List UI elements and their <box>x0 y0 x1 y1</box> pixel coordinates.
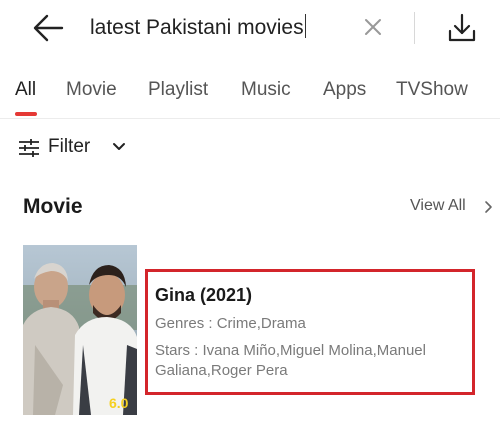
section-title: Movie <box>23 195 83 218</box>
filter-label: Filter <box>48 136 91 157</box>
movie-poster: 6.0 <box>23 245 137 415</box>
chevron-down-icon <box>113 143 125 150</box>
movie-stars: Stars : Ivana Miño,Miguel Molina,Manuel … <box>155 342 426 379</box>
download-icon <box>448 13 476 42</box>
toolbar-divider <box>414 12 415 44</box>
sliders-icon <box>19 139 39 157</box>
close-icon <box>365 19 381 35</box>
text-caret <box>304 14 307 38</box>
tab-music[interactable]: Music <box>241 79 291 101</box>
arrow-left-icon <box>33 14 64 42</box>
view-all-label: View All <box>410 197 466 214</box>
movie-rating: 6.0 <box>109 395 129 411</box>
movie-genres: Genres : Crime,Drama <box>155 315 306 332</box>
movie-result-card[interactable]: 6.0 Gina (2021) Genres : Crime,Drama Sta… <box>23 245 483 417</box>
tab-movie[interactable]: Movie <box>66 79 117 101</box>
tab-playlist[interactable]: Playlist <box>148 79 208 101</box>
download-button[interactable] <box>444 10 480 46</box>
back-button[interactable] <box>28 10 68 46</box>
active-tab-indicator <box>15 112 37 116</box>
poster-image <box>23 245 137 415</box>
search-bar: latest Pakistani movies <box>0 0 500 56</box>
tab-apps[interactable]: Apps <box>323 79 366 101</box>
view-all-link[interactable]: View All <box>410 197 492 219</box>
chevron-right-icon <box>485 201 492 213</box>
tab-all[interactable]: All <box>15 79 36 101</box>
category-tabs: All Movie Playlist Music Apps TVShow <box>0 70 500 118</box>
search-input[interactable]: latest Pakistani movies <box>90 14 307 40</box>
movie-title: Gina (2021) <box>155 285 253 305</box>
clear-search-button[interactable] <box>360 14 386 40</box>
search-query-text: latest Pakistani movies <box>90 16 304 39</box>
tabs-divider <box>0 118 500 119</box>
tab-tvshow[interactable]: TVShow <box>396 79 468 101</box>
